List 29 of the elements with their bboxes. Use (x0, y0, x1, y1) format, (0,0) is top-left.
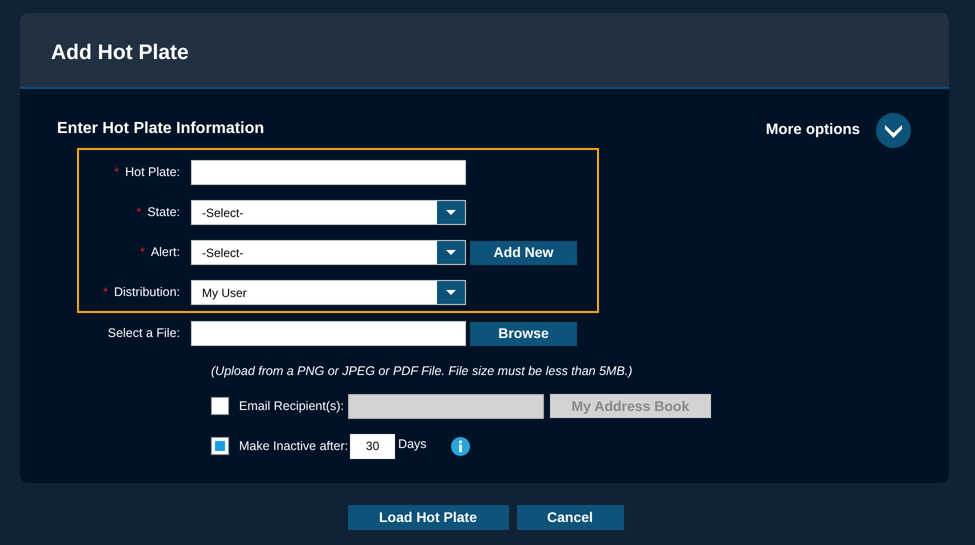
input-field[interactable] (191, 160, 466, 185)
checkbox-label: Make Inactive after: (239, 438, 348, 455)
unit-label: Days (398, 436, 427, 453)
section-title: Enter Hot Plate Information (57, 119, 264, 139)
required-asterisk: * (114, 165, 120, 180)
number-field[interactable]: 30 (350, 434, 396, 459)
more-options-label[interactable]: More options (766, 119, 860, 142)
field-label: Distribution: (114, 285, 180, 300)
input-field[interactable] (191, 321, 466, 346)
field-label: Hot Plate: (125, 165, 180, 180)
dialog-title: Add Hot Plate (51, 40, 190, 66)
browse-button[interactable]: Browse (470, 322, 577, 346)
cancel-button[interactable]: Cancel (516, 505, 624, 530)
dropdown[interactable]: My User (191, 280, 466, 305)
chevron-down-icon[interactable] (876, 113, 911, 148)
checkbox-label: Email Recipient(s): (239, 398, 344, 415)
dropdown[interactable]: -Select- (191, 200, 466, 225)
field-label: State: (147, 205, 180, 220)
info-icon[interactable] (450, 436, 470, 456)
required-asterisk: * (103, 285, 108, 300)
required-asterisk: * (136, 205, 142, 220)
checkbox[interactable] (211, 437, 229, 456)
upload-note: (Upload from a PNG or JPEG or PDF File. File size must be less than 5MB.) (211, 363, 634, 380)
dropdown[interactable]: -Select- (191, 240, 466, 265)
field-label: Alert: (150, 245, 180, 260)
load-button[interactable]: Load Hot Plate (348, 505, 508, 530)
field-label: Select a File: (108, 326, 180, 340)
add-new-button[interactable]: Add New (470, 240, 577, 264)
required-asterisk: * (140, 245, 145, 260)
